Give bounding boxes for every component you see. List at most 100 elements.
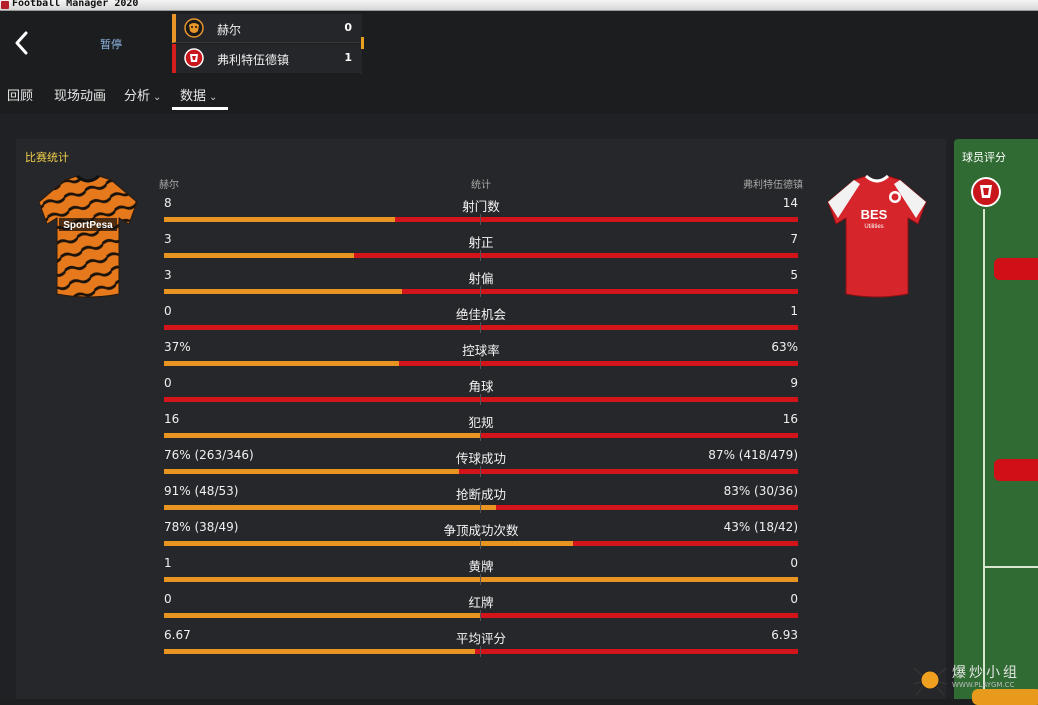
home-team-score: 0	[344, 21, 352, 34]
bar-center-mark	[480, 430, 481, 441]
comparison-bar	[164, 394, 798, 405]
stat-label: 射偏	[468, 271, 494, 286]
away-crest-icon[interactable]	[971, 177, 1001, 207]
stat-label: 传球成功	[455, 451, 506, 466]
home-share-fill	[164, 649, 475, 654]
bar-center-mark	[480, 394, 481, 405]
comparison-bar	[164, 430, 798, 441]
away-stat-value: 6.93	[771, 628, 798, 642]
home-kit-sponsor: SportPesa	[63, 220, 113, 231]
stat-row: 0 绝佳机会 1	[164, 304, 798, 334]
tab-analysis[interactable]: 分析 ⌄	[124, 85, 161, 104]
chevron-down-icon: ⌄	[153, 92, 162, 103]
stat-row: 76% (263/346) 传球成功 87% (418/479)	[164, 448, 798, 478]
comparison-bar	[164, 466, 798, 477]
bar-center-mark	[480, 538, 481, 549]
stat-row: 6.67 平均评分 6.93	[164, 628, 798, 658]
home-share-fill	[164, 361, 399, 366]
home-share-fill	[164, 289, 402, 294]
comparison-bar	[164, 250, 798, 261]
stat-row: 1 黄牌 0	[164, 556, 798, 586]
home-column-header: 赫尔	[159, 180, 179, 191]
stat-label: 射正	[468, 235, 494, 250]
back-button[interactable]	[8, 29, 34, 57]
player-rating-marker[interactable]	[994, 258, 1038, 280]
comparison-bar	[164, 286, 798, 297]
stat-row: 3 射偏 5	[164, 268, 798, 298]
comparison-bar	[164, 358, 798, 369]
pitch-line	[983, 566, 1038, 568]
away-stat-value: 0	[790, 556, 798, 570]
home-share-fill	[164, 577, 798, 582]
stat-label: 射门数	[462, 199, 500, 214]
home-share-fill	[164, 253, 354, 258]
stat-column-header: 统计	[471, 180, 491, 191]
panel-title: 比赛统计	[25, 151, 69, 164]
bar-center-mark	[480, 214, 481, 225]
home-shirt-icon: SportPesa	[38, 174, 138, 298]
stat-row: 0 红牌 0	[164, 592, 798, 622]
away-stat-value: 14	[782, 196, 798, 210]
home-team-row[interactable]: 赫尔 0	[172, 14, 362, 43]
spider-logo-icon	[912, 667, 948, 696]
stat-label: 黄牌	[468, 559, 494, 574]
player-ratings-panel: 球员评分	[954, 139, 1038, 705]
comparison-bar	[164, 646, 798, 657]
watermark-url: WWW.PLAYGM.CC	[952, 681, 1015, 689]
stat-label: 绝佳机会	[455, 307, 506, 322]
bar-center-mark	[480, 250, 481, 261]
away-stat-value: 5	[790, 268, 798, 282]
home-team-name: 赫尔	[217, 23, 242, 37]
comparison-bar	[164, 610, 798, 621]
stat-label: 犯规	[468, 415, 494, 430]
stat-row: 0 角球 9	[164, 376, 798, 406]
bar-center-mark	[480, 502, 481, 513]
comparison-bar	[164, 322, 798, 333]
stat-label: 控球率	[462, 343, 500, 358]
home-kit: SportPesa	[33, 172, 143, 302]
stat-label: 角球	[468, 379, 494, 394]
tab-live-label: 现场动画	[54, 89, 107, 104]
away-kit-sponsor: BES	[861, 207, 888, 222]
match-header: 暂停 赫尔 0 弗利特伍德镇 1	[0, 11, 1038, 74]
comparison-bar	[164, 502, 798, 513]
stat-row: 3 射正 7	[164, 232, 798, 262]
home-share-fill	[164, 541, 573, 546]
stat-row: 8 射门数 14	[164, 196, 798, 226]
tab-data[interactable]: 数据 ⌄	[180, 85, 217, 104]
comparison-bar	[164, 574, 798, 585]
tab-review[interactable]: 回顾	[7, 85, 33, 104]
away-team-name: 弗利特伍德镇	[217, 53, 290, 67]
stat-row: 78% (38/49) 争顶成功次数 43% (18/42)	[164, 520, 798, 550]
comparison-bar	[164, 214, 798, 225]
bar-center-mark	[480, 322, 481, 333]
away-stat-value: 7	[790, 232, 798, 246]
tab-data-label: 数据	[180, 89, 207, 104]
pause-button[interactable]: 暂停	[100, 36, 122, 52]
stat-row: 37% 控球率 63%	[164, 340, 798, 370]
stat-row: 91% (48/53) 抢断成功 83% (30/36)	[164, 484, 798, 514]
away-stat-value: 9	[790, 376, 798, 390]
player-rating-marker[interactable]	[994, 459, 1038, 481]
comparison-bar	[164, 538, 798, 549]
away-team-row[interactable]: 弗利特伍德镇 1	[172, 44, 362, 73]
away-kit: BES Utilities	[822, 172, 932, 302]
home-share-fill	[164, 613, 481, 618]
away-stat-value: 43% (18/42)	[723, 520, 798, 534]
away-stat-value: 1	[790, 304, 798, 318]
match-stats-panel: 比赛统计 SportPesa BES Utilities 赫尔 统计 弗利特伍德…	[16, 139, 946, 699]
window-title: Football Manager 2020	[12, 0, 139, 9]
home-crest-icon	[184, 18, 204, 38]
away-column-header: 弗利特伍德镇	[743, 180, 803, 191]
away-shirt-icon: BES Utilities	[827, 174, 927, 298]
stat-label: 抢断成功	[455, 487, 506, 502]
away-stat-value: 83% (30/36)	[723, 484, 798, 498]
chevron-down-icon: ⌄	[209, 92, 218, 103]
score-accent-marker	[361, 37, 364, 49]
bar-center-mark	[480, 610, 481, 621]
watermark: 爆炒小组 WWW.PLAYGM.CC	[910, 660, 1038, 699]
stat-label: 平均评分	[455, 631, 506, 646]
active-tab-indicator	[172, 107, 228, 110]
app-icon	[1, 1, 9, 9]
tab-live[interactable]: 现场动画	[54, 85, 106, 104]
